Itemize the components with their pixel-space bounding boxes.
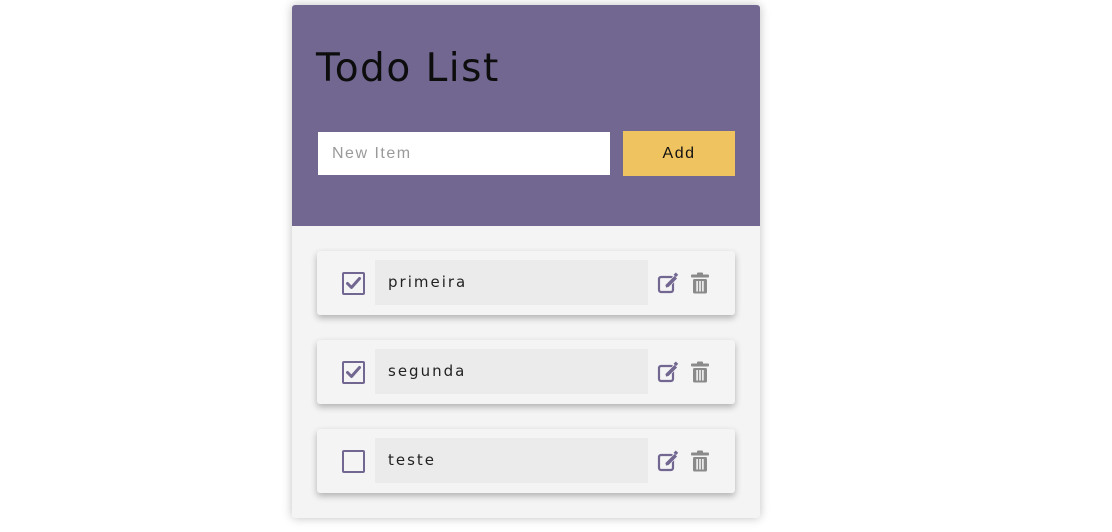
todo-header: Todo List Add — [292, 5, 760, 226]
item-label: primeira — [375, 260, 648, 305]
new-item-input[interactable] — [318, 132, 610, 175]
edit-icon[interactable] — [657, 272, 679, 294]
check-icon — [346, 366, 361, 378]
check-icon — [346, 277, 361, 289]
todo-item: teste — [317, 429, 735, 493]
todo-item: segunda — [317, 340, 735, 404]
page-title: Todo List — [316, 46, 500, 91]
edit-icon[interactable] — [657, 450, 679, 472]
trash-icon[interactable] — [690, 272, 710, 294]
item-checkbox[interactable] — [342, 361, 365, 384]
todo-item: primeira — [317, 251, 735, 315]
todo-card: Todo List Add primeira — [292, 5, 760, 518]
item-checkbox[interactable] — [342, 450, 365, 473]
trash-icon[interactable] — [690, 361, 710, 383]
add-button[interactable]: Add — [623, 131, 735, 176]
item-label: segunda — [375, 349, 648, 394]
edit-icon[interactable] — [657, 361, 679, 383]
item-checkbox[interactable] — [342, 272, 365, 295]
trash-icon[interactable] — [690, 450, 710, 472]
item-label: teste — [375, 438, 648, 483]
